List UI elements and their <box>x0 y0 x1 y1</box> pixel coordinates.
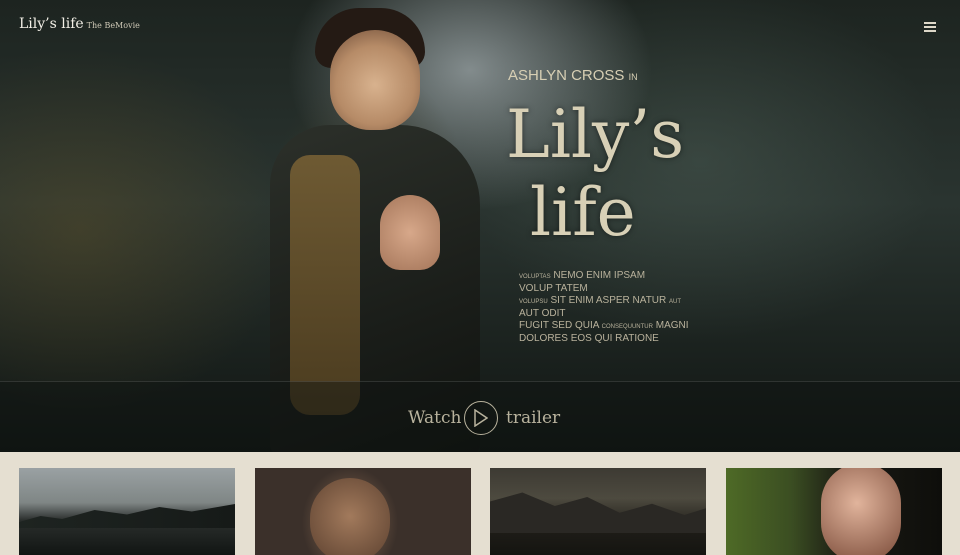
thumbnail-old-man-portrait[interactable] <box>255 468 471 555</box>
site-title-text[interactable]: Lily’s life <box>19 16 84 32</box>
credits-line: DOLORES EOS QUI RATIONE <box>519 333 699 345</box>
hero-figure-shirt <box>290 155 360 415</box>
play-icon[interactable] <box>464 401 498 435</box>
poster-credits: VOLUPTAS NEMO ENIM IPSAM VOLUP TATEM VOL… <box>519 270 699 345</box>
poster-actor: ASHLYN CROSS IN <box>508 67 638 84</box>
credit-word: VOLUPTAS <box>519 274 551 280</box>
poster-title-line2: life <box>530 174 636 251</box>
credits-line: VOLUPTAS NEMO ENIM IPSAM VOLUP TATEM <box>519 270 699 295</box>
credit-word: NEMO ENIM IPSAM <box>553 270 646 281</box>
credit-word: DOLORES <box>519 333 568 344</box>
thumbnail-strip <box>0 452 960 555</box>
poster-title-line1: Lily’s <box>506 96 685 173</box>
credit-word: SED QUIA <box>551 320 599 331</box>
credit-word: FUGIT <box>519 320 549 331</box>
credit-word: VOLUPSU <box>519 299 548 305</box>
credit-word: MAGNI <box>655 320 689 331</box>
credit-word: AUT ODIT <box>519 308 566 319</box>
hero-figure-hand <box>380 195 440 270</box>
hamburger-menu-icon[interactable] <box>924 22 936 32</box>
credit-word: CONSEQUUNTUR <box>601 324 653 330</box>
thumbnail-woman-portrait[interactable] <box>726 468 942 555</box>
site-title[interactable]: Lily’s life The BeMovie <box>19 16 140 32</box>
hero-banner: Lily’s life The BeMovie ASHLYN CROSS IN L… <box>0 0 960 452</box>
credits-line: VOLUPSU SIT ENIM ASPER NATUR AUT AUT ODI… <box>519 295 699 320</box>
poster-actor-suffix: IN <box>628 72 638 82</box>
watch-label[interactable]: Watch <box>408 408 461 428</box>
poster-actor-name: ASHLYN CROSS <box>508 67 625 84</box>
site-subtitle: The BeMovie <box>86 21 140 30</box>
credit-word: SIT ENIM <box>550 295 594 306</box>
thumbnail-mountain-river[interactable] <box>490 468 706 555</box>
credit-word: AUT <box>669 299 682 305</box>
thumbnail-river-landscape[interactable] <box>19 468 235 555</box>
hero-figure-head <box>330 30 420 130</box>
credit-word: VOLUP TATEM <box>519 283 588 294</box>
credits-line: FUGIT SED QUIA CONSEQUUNTUR MAGNI <box>519 320 699 333</box>
credit-word: EOS QUI RATIONE <box>570 333 659 344</box>
credit-word: ASPER NATUR <box>595 295 667 306</box>
trailer-label[interactable]: trailer <box>506 408 560 428</box>
